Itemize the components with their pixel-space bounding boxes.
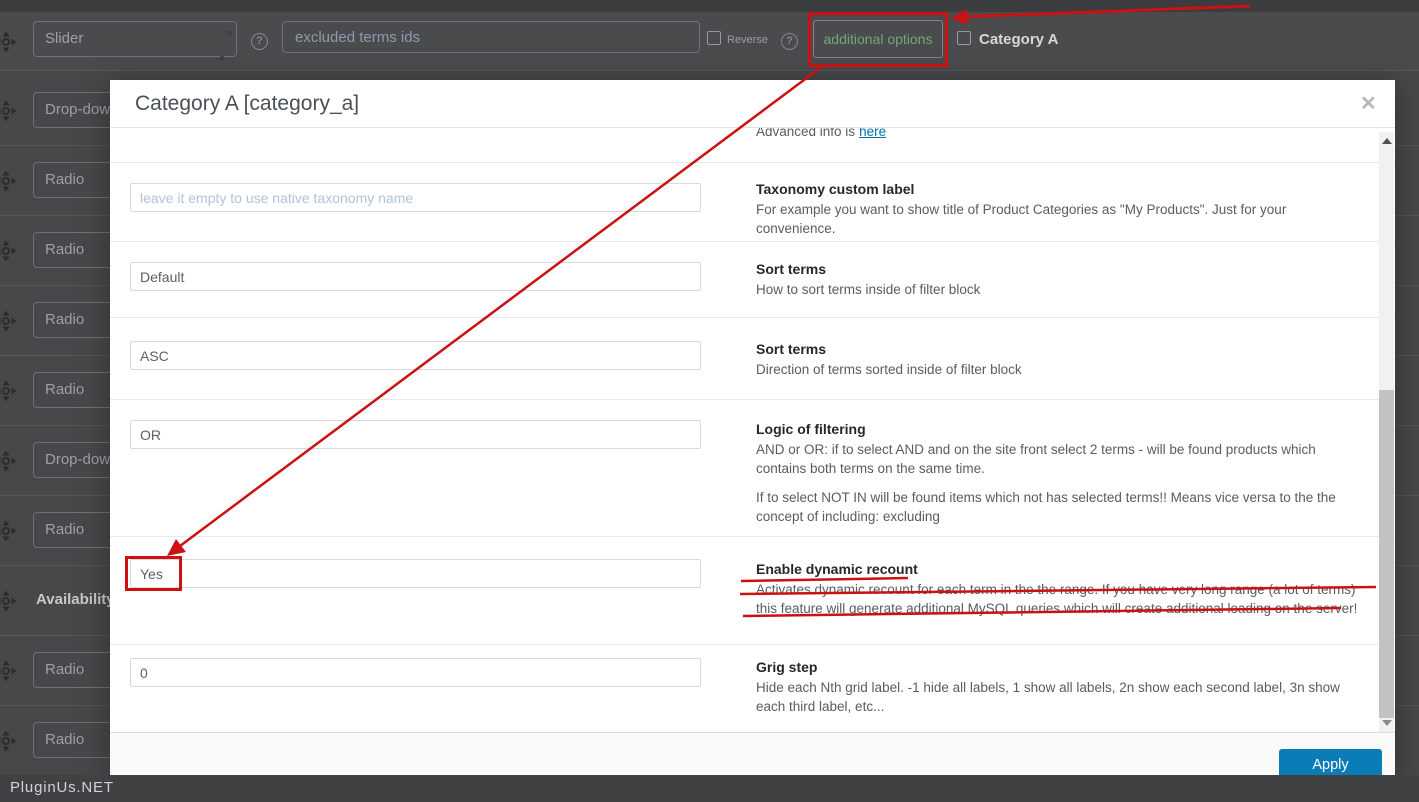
- option-row-sort-direction: Sort terms Direction of terms sorted ins…: [110, 318, 1395, 400]
- reverse-label: Reverse: [727, 34, 768, 46]
- here-link[interactable]: here: [859, 128, 886, 139]
- option-row-taxonomy-label: Taxonomy custom label For example you wa…: [110, 163, 1395, 242]
- reverse-checkbox[interactable]: [707, 31, 721, 45]
- filter-type-select[interactable]: Slider: [33, 21, 237, 60]
- watermark-text: PluginUs.NET: [10, 779, 114, 796]
- drag-handle-icon[interactable]: [0, 100, 17, 122]
- option-row-dynamic-recount: Enable dynamic recount Activates dynamic…: [110, 537, 1395, 645]
- drag-handle-icon[interactable]: [0, 240, 17, 262]
- option-desc: How to sort terms inside of filter block: [756, 282, 981, 297]
- excluded-terms-input[interactable]: [282, 21, 700, 53]
- option-desc: For example you want to show title of Pr…: [756, 202, 1287, 236]
- drag-handle-icon[interactable]: [0, 310, 17, 332]
- scrollbar-thumb[interactable]: [1379, 390, 1394, 718]
- drag-handle-icon[interactable]: [0, 450, 17, 472]
- page-top-strip: [0, 0, 1419, 12]
- additional-options-button[interactable]: additional options: [813, 20, 943, 58]
- drag-handle-icon[interactable]: [0, 380, 17, 402]
- help-icon[interactable]: ?: [781, 33, 798, 50]
- option-label: Logic of filtering: [756, 421, 866, 437]
- divider: [0, 70, 1419, 71]
- option-desc: Hide each Nth grid label. -1 hide all la…: [756, 680, 1340, 714]
- taxonomy-custom-label-input[interactable]: [130, 183, 701, 212]
- option-desc: Direction of terms sorted inside of filt…: [756, 362, 1022, 377]
- option-label: Enable dynamic recount: [756, 561, 918, 577]
- filter-toolbar-row: Slider ? Reverse ? additional options Ca…: [0, 12, 1419, 70]
- drag-handle-icon[interactable]: [0, 31, 17, 53]
- option-label: Taxonomy custom label: [756, 181, 915, 197]
- option-label: Sort terms: [756, 261, 827, 277]
- scroll-down-icon[interactable]: [1382, 720, 1392, 726]
- option-row-logic: Logic of filtering AND or OR: if to sele…: [110, 400, 1395, 537]
- drag-handle-icon[interactable]: [0, 170, 17, 192]
- category-a-checkbox[interactable]: [957, 31, 971, 45]
- option-desc: If to select NOT IN will be found items …: [756, 490, 1336, 524]
- close-icon[interactable]: ✕: [1360, 91, 1377, 116]
- select-spinner-icon: [218, 29, 234, 63]
- advanced-info-row: Advanced info is here: [110, 128, 1395, 163]
- option-row-sort-terms: Sort terms How to sort terms inside of f…: [110, 242, 1395, 318]
- category-a-label: Category A: [979, 31, 1059, 48]
- watermark-band: PluginUs.NET: [0, 775, 1419, 802]
- drag-handle-icon[interactable]: [0, 660, 17, 682]
- sort-terms-input[interactable]: [130, 262, 701, 291]
- availability-label: Availability:: [36, 591, 120, 608]
- screen: Slider ? Reverse ? additional options Ca…: [0, 0, 1419, 802]
- option-desc: AND or OR: if to select AND and on the s…: [756, 442, 1316, 476]
- drag-handle-icon[interactable]: [0, 730, 17, 752]
- taxonomy-options-modal: Category A [category_a] ✕ Advanced info …: [110, 80, 1395, 780]
- modal-body: Advanced info ishere Taxonomy custom lab…: [110, 128, 1395, 732]
- modal-scrollbar[interactable]: [1379, 132, 1394, 732]
- option-label: Sort terms: [756, 341, 827, 357]
- filter-type-value: Slider: [45, 30, 84, 47]
- modal-footer: Apply: [110, 732, 1395, 780]
- advanced-info-text: Advanced info is here: [756, 128, 886, 139]
- dynamic-recount-input[interactable]: [130, 559, 701, 588]
- help-icon[interactable]: ?: [251, 33, 268, 50]
- drag-handle-icon[interactable]: [0, 520, 17, 542]
- logic-input[interactable]: [130, 420, 701, 449]
- sort-direction-input[interactable]: [130, 341, 701, 370]
- modal-header: Category A [category_a] ✕: [110, 80, 1395, 128]
- option-desc: Activates dynamic recount for each term …: [756, 582, 1358, 616]
- modal-title: Category A [category_a]: [135, 92, 360, 115]
- grid-step-input[interactable]: [130, 658, 701, 687]
- option-row-grid-step: Grig step Hide each Nth grid label. -1 h…: [110, 645, 1395, 732]
- scroll-up-icon[interactable]: [1382, 138, 1392, 144]
- option-label: Grig step: [756, 659, 818, 675]
- drag-handle-icon[interactable]: [0, 590, 17, 612]
